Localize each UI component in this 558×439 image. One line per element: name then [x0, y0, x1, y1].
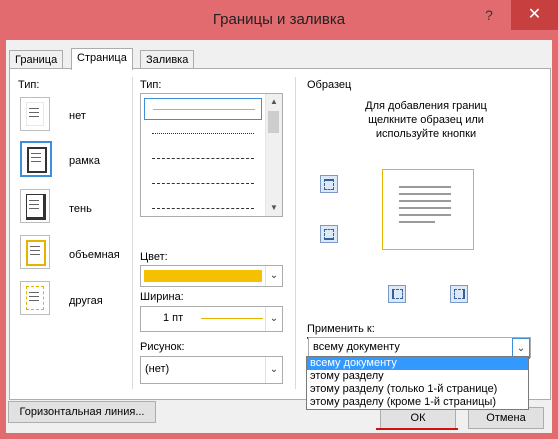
horizontal-line-button[interactable]: Горизонтальная линия... — [8, 401, 156, 423]
style-label: Тип: — [140, 79, 162, 91]
width-label: Ширина: — [140, 291, 184, 303]
setting-shadow-icon[interactable] — [20, 189, 50, 223]
width-value: 1 пт — [163, 312, 184, 324]
tab-border[interactable]: Граница — [9, 50, 64, 69]
line-style-dash-dot[interactable] — [144, 198, 260, 216]
scroll-up-icon[interactable]: ▲ — [266, 94, 282, 110]
scroll-thumb[interactable] — [268, 111, 279, 133]
ok-button[interactable]: ОК — [380, 407, 456, 429]
setting-shadow-label[interactable]: тень — [69, 203, 92, 215]
line-style-dotted[interactable] — [144, 123, 260, 143]
preview-divider — [295, 77, 296, 389]
line-style-dashed-small[interactable] — [144, 148, 260, 168]
apply-option-this-section[interactable]: этому разделу — [307, 370, 528, 383]
setting-custom-label[interactable]: другая — [69, 295, 103, 307]
divider — [132, 77, 133, 389]
apply-to-options[interactable]: всему документу этому разделу этому разд… — [306, 356, 529, 410]
setting-label: Тип: — [18, 79, 40, 91]
chevron-down-icon[interactable]: ⌄ — [265, 307, 282, 331]
tab-shading[interactable]: Заливка — [140, 50, 195, 69]
setting-box-label[interactable]: рамка — [69, 155, 100, 167]
chevron-down-icon[interactable]: ⌄ — [265, 266, 282, 286]
top-border-icon[interactable] — [320, 175, 338, 193]
line-style-list[interactable]: ▲ ▼ — [140, 93, 283, 217]
apply-option-whole-document[interactable]: всему документу — [307, 357, 528, 370]
borders-and-shading-dialog: Границы и заливка ? ✕ Граница Страница З… — [0, 0, 558, 439]
help-icon[interactable]: ? — [474, 0, 504, 30]
apply-to-label: Применить к: — [307, 323, 375, 335]
line-style-dashed[interactable] — [144, 173, 260, 193]
tab-page[interactable]: Страница — [71, 48, 133, 70]
dialog-body: Граница Страница Заливка Тип: нет рамка — [6, 40, 552, 433]
bottom-border-icon[interactable] — [320, 225, 338, 243]
apply-to-value: всему документу — [313, 341, 400, 353]
scroll-down-icon[interactable]: ▼ — [266, 200, 282, 216]
left-border-icon[interactable] — [388, 285, 406, 303]
line-style-scrollbar[interactable]: ▲ ▼ — [265, 94, 282, 216]
close-icon[interactable]: ✕ — [511, 0, 558, 30]
right-border-icon[interactable] — [450, 285, 468, 303]
setting-3d-label[interactable]: объемная — [69, 249, 120, 261]
preview-label: Образец — [307, 79, 352, 91]
setting-box-icon[interactable] — [20, 141, 52, 177]
art-label: Рисунок: — [140, 341, 185, 353]
width-dropdown[interactable]: 1 пт ⌄ — [140, 306, 283, 332]
apply-option-first-page[interactable]: этому разделу (только 1-й странице) — [307, 383, 528, 396]
width-sample-line — [201, 318, 263, 319]
title-bar: Границы и заливка ? ✕ — [0, 0, 558, 40]
page-border-panel: Тип: нет рамка тень объемная другая Тип:… — [9, 68, 551, 400]
cancel-button[interactable]: Отмена — [468, 407, 544, 429]
chevron-down-icon[interactable]: ⌄ — [265, 357, 282, 383]
line-style-solid[interactable] — [144, 98, 262, 120]
color-dropdown[interactable]: ⌄ — [140, 265, 283, 287]
setting-none-label[interactable]: нет — [69, 110, 86, 122]
art-dropdown[interactable]: (нет) ⌄ — [140, 356, 283, 384]
preview-instruction: Для добавления границ щелкните образец и… — [365, 100, 487, 140]
color-swatch — [144, 270, 262, 282]
setting-custom-icon[interactable] — [20, 281, 50, 315]
apply-option-except-first[interactable]: этому разделу (кроме 1-й страницы) — [307, 396, 528, 409]
color-label: Цвет: — [140, 251, 168, 263]
red-annotation-underline — [376, 428, 458, 430]
apply-to-dropdown[interactable]: всему документу ⌄ — [308, 337, 531, 359]
art-value: (нет) — [145, 363, 170, 375]
setting-none-icon[interactable] — [20, 97, 50, 131]
setting-3d-icon[interactable] — [20, 235, 50, 269]
preview-page[interactable] — [382, 169, 474, 250]
